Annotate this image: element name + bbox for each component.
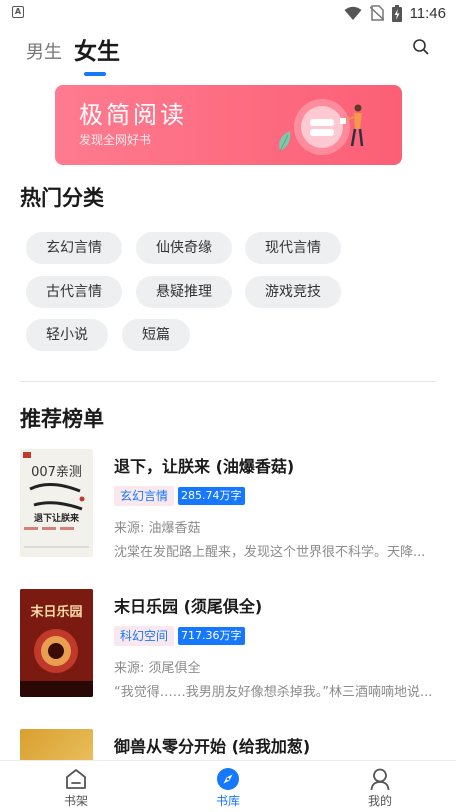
tab-library[interactable]: 书库 bbox=[152, 761, 304, 812]
book-source: 来源: 油爆香菇 bbox=[114, 521, 201, 536]
status-bar: A 11:46 bbox=[0, 0, 456, 26]
reading-illustration bbox=[279, 99, 364, 155]
gender-tabs: 男生 女生 bbox=[26, 30, 120, 76]
status-right: 11:46 bbox=[344, 3, 446, 23]
app-notification-icon: A bbox=[12, 6, 24, 18]
book-badges: 玄幻言情 285.74万字 bbox=[114, 486, 245, 506]
book-description: “我觉得……我男朋友好像想杀掉我。”林三酒喃喃地说... bbox=[114, 685, 433, 700]
book-cover: 末日乐园 bbox=[20, 589, 93, 697]
book-category-badge: 玄幻言情 bbox=[114, 486, 175, 506]
book-words-badge: 285.74万字 bbox=[178, 487, 245, 505]
tab-male[interactable]: 男生 bbox=[26, 38, 62, 70]
cover-title-text: 末日乐园 bbox=[30, 605, 83, 620]
book-item[interactable]: 007亲测 退下让朕来 退下，让朕来 (油爆香菇) 玄幻言情 285.74万字 … bbox=[20, 449, 436, 560]
tab-profile-label: 我的 bbox=[367, 794, 392, 808]
category-tag[interactable]: 现代言情 bbox=[245, 232, 341, 264]
search-icon[interactable] bbox=[412, 38, 430, 56]
wifi-icon bbox=[344, 6, 362, 20]
book-title: 末日乐园 (须尾俱全) bbox=[114, 597, 263, 616]
book-source: 来源: 须尾俱全 bbox=[114, 661, 201, 676]
tab-bookshelf[interactable]: 书架 bbox=[0, 761, 152, 812]
compass-icon bbox=[217, 768, 239, 790]
banner-title: 极简阅读 bbox=[79, 101, 187, 129]
category-tag[interactable]: 悬疑推理 bbox=[136, 276, 232, 308]
book-description: 沈棠在发配路上醒来，发现这个世界很不科学。天降... bbox=[114, 545, 426, 560]
category-tag[interactable]: 仙侠奇缘 bbox=[136, 232, 232, 264]
category-tag[interactable]: 古代言情 bbox=[26, 276, 122, 308]
status-time: 11:46 bbox=[409, 4, 446, 22]
book-cover bbox=[20, 729, 93, 760]
book-words-badge: 717.36万字 bbox=[178, 627, 245, 645]
promo-banner[interactable]: 极简阅读 发现全网好书 bbox=[55, 85, 402, 165]
category-tag[interactable]: 轻小说 bbox=[26, 319, 108, 351]
category-tag[interactable]: 短篇 bbox=[122, 319, 190, 351]
book-title: 退下，让朕来 (油爆香菇) bbox=[114, 457, 295, 476]
tab-female-label: 女生 bbox=[74, 39, 120, 65]
category-tag[interactable]: 玄幻言情 bbox=[26, 232, 122, 264]
tab-library-label: 书库 bbox=[215, 794, 240, 808]
book-badges: 科幻空间 717.36万字 bbox=[114, 626, 245, 646]
user-icon bbox=[370, 768, 390, 791]
tab-profile[interactable]: 我的 bbox=[304, 761, 456, 812]
book-item[interactable]: 御兽从零分开始 (给我加葱) bbox=[20, 729, 436, 760]
tab-female[interactable]: 女生 bbox=[74, 32, 120, 76]
hot-categories-title: 热门分类 bbox=[20, 186, 104, 210]
tab-bookshelf-label: 书架 bbox=[63, 794, 88, 808]
category-tag[interactable]: 游戏竞技 bbox=[245, 276, 341, 308]
cover-title-text: 退下让朕来 bbox=[33, 514, 79, 524]
no-sim-icon bbox=[369, 5, 384, 21]
cover-top-text: 007亲测 bbox=[31, 465, 82, 480]
bottom-tab-bar: 书架 书库 我的 bbox=[0, 760, 456, 812]
book-title: 御兽从零分开始 (给我加葱) bbox=[114, 737, 311, 756]
recommend-title: 推荐榜单 bbox=[20, 407, 104, 431]
active-tab-indicator bbox=[84, 72, 106, 76]
battery-charging-icon bbox=[391, 4, 402, 22]
bookshelf-icon bbox=[66, 769, 86, 789]
book-category-badge: 科幻空间 bbox=[114, 626, 175, 646]
book-cover: 007亲测 退下让朕来 bbox=[20, 449, 93, 557]
section-divider bbox=[20, 381, 436, 382]
banner-subtitle: 发现全网好书 bbox=[79, 133, 152, 147]
book-item[interactable]: 末日乐园 末日乐园 (须尾俱全) 科幻空间 717.36万字 来源: 须尾俱全 … bbox=[20, 589, 436, 700]
